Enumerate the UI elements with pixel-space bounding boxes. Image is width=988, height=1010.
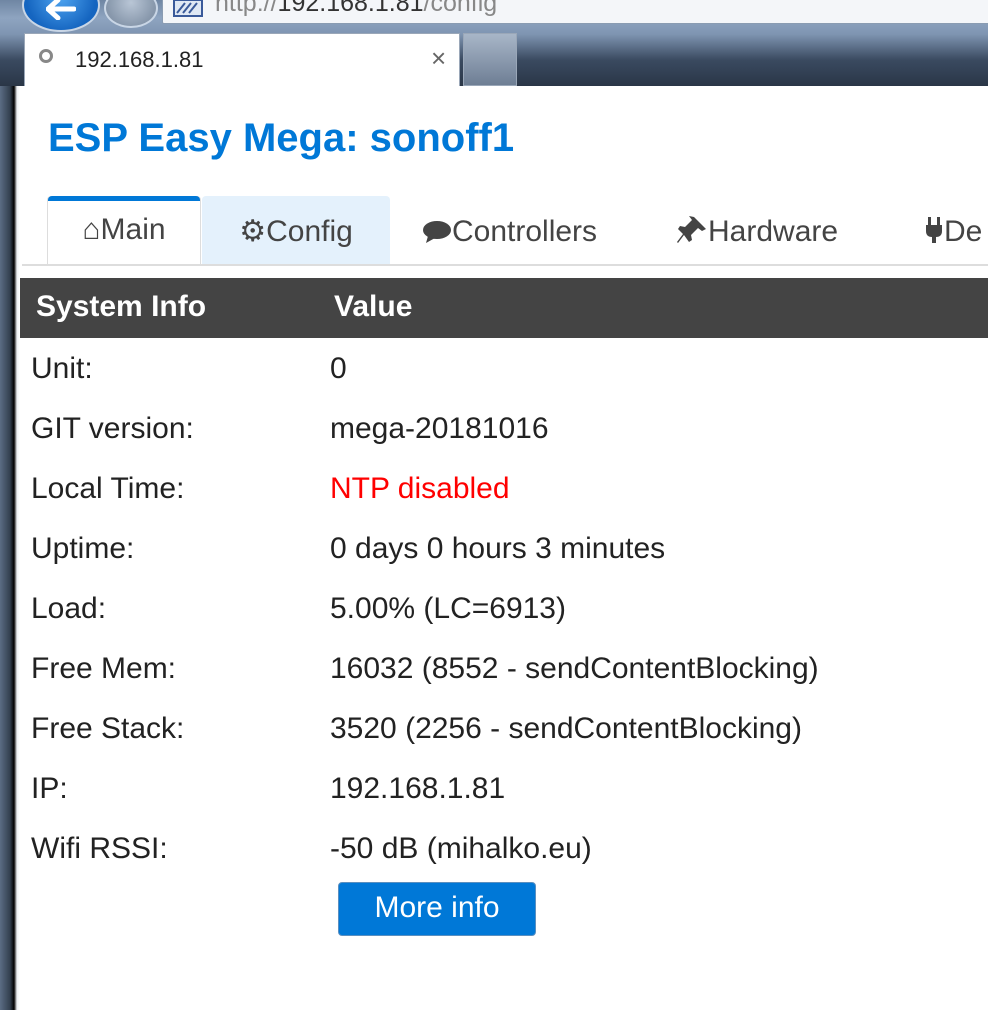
pin-icon [676, 196, 708, 268]
table-row-local-time: Local Time: NTP disabled [20, 458, 988, 518]
row-value: 3520 (2256 - sendContentBlocking) [330, 712, 802, 745]
row-value: 16032 (8552 - sendContentBlocking) [330, 652, 819, 685]
new-tab-button[interactable] [463, 33, 517, 86]
loading-spinner-icon [39, 49, 53, 63]
row-value: 192.168.1.81 [330, 772, 506, 805]
page-title: ESP Easy Mega: sonoff1 [48, 116, 515, 160]
table-row-unit: Unit: 0 [20, 338, 988, 398]
table-header: System Info Value [20, 278, 988, 338]
row-label: Uptime: [31, 532, 135, 565]
home-icon: ⌂ [82, 213, 101, 246]
row-label: GIT version: [31, 412, 194, 445]
column-header-value: Value [334, 290, 413, 323]
main-menu: ⌂Main ⚙Config Controllers Hardware De [22, 196, 988, 266]
row-value: 0 days 0 hours 3 minutes [330, 532, 666, 565]
plug-icon [924, 196, 944, 268]
column-header-system-info: System Info [36, 290, 207, 323]
row-value: mega-20181016 [330, 412, 549, 445]
back-arrow-icon [46, 0, 76, 20]
tab-config[interactable]: ⚙Config [202, 196, 390, 264]
row-label: Load: [31, 592, 107, 625]
tab-close-icon[interactable]: × [431, 43, 446, 74]
page-icon [173, 0, 203, 17]
tab-main-label: Main [100, 213, 166, 246]
tab-hardware-label: Hardware [708, 215, 839, 248]
tab-hardware[interactable]: Hardware [676, 196, 838, 264]
system-info-table: System Info Value Unit: 0 GIT version: m… [20, 278, 988, 878]
table-row-free-mem: Free Mem: 16032 (8552 - sendContentBlock… [20, 638, 988, 698]
address-text: http://192.168.1.81/config [215, 0, 497, 18]
forward-button[interactable] [104, 0, 158, 28]
window-frame-left [0, 86, 20, 1010]
row-label: IP: [31, 772, 68, 805]
table-row-git-version: GIT version: mega-20181016 [20, 398, 988, 458]
address-path: /config [423, 0, 498, 17]
tab-config-label: Config [266, 215, 353, 248]
row-label: Free Stack: [31, 712, 185, 745]
ntp-status-value: NTP disabled [330, 472, 510, 505]
speech-bubble-icon [422, 196, 452, 268]
row-value: 0 [330, 352, 347, 385]
table-row-wifi-rssi: Wifi RSSI: -50 dB (mihalko.eu) [20, 818, 988, 878]
row-label: Unit: [31, 352, 93, 385]
gear-icon: ⚙ [239, 215, 267, 248]
table-row-free-stack: Free Stack: 3520 (2256 - sendContentBloc… [20, 698, 988, 758]
row-value: -50 dB (mihalko.eu) [330, 832, 592, 865]
more-info-button[interactable]: More info [338, 882, 536, 936]
row-value: 5.00% (LC=6913) [330, 592, 566, 625]
address-bar[interactable]: http://192.168.1.81/config [162, 0, 988, 24]
tab-controllers-label: Controllers [452, 215, 598, 248]
browser-tab[interactable]: 192.168.1.81 × [24, 33, 460, 86]
tab-devices[interactable]: De [924, 196, 982, 264]
address-prefix: http:// [215, 0, 278, 17]
table-row-ip: IP: 192.168.1.81 [20, 758, 988, 818]
table-row-load: Load: 5.00% (LC=6913) [20, 578, 988, 638]
table-row-uptime: Uptime: 0 days 0 hours 3 minutes [20, 518, 988, 578]
row-label: Free Mem: [31, 652, 177, 685]
browser-chrome: http://192.168.1.81/config 192.168.1.81 … [0, 0, 988, 86]
tab-controllers[interactable]: Controllers [422, 196, 597, 264]
address-host: 192.168.1.81 [277, 0, 424, 17]
tab-devices-label: De [944, 215, 983, 248]
row-label: Local Time: [31, 472, 185, 505]
row-label: Wifi RSSI: [31, 832, 168, 865]
tab-main[interactable]: ⌂Main [48, 196, 200, 264]
back-button[interactable] [22, 0, 100, 32]
tab-title: 192.168.1.81 [75, 47, 204, 72]
